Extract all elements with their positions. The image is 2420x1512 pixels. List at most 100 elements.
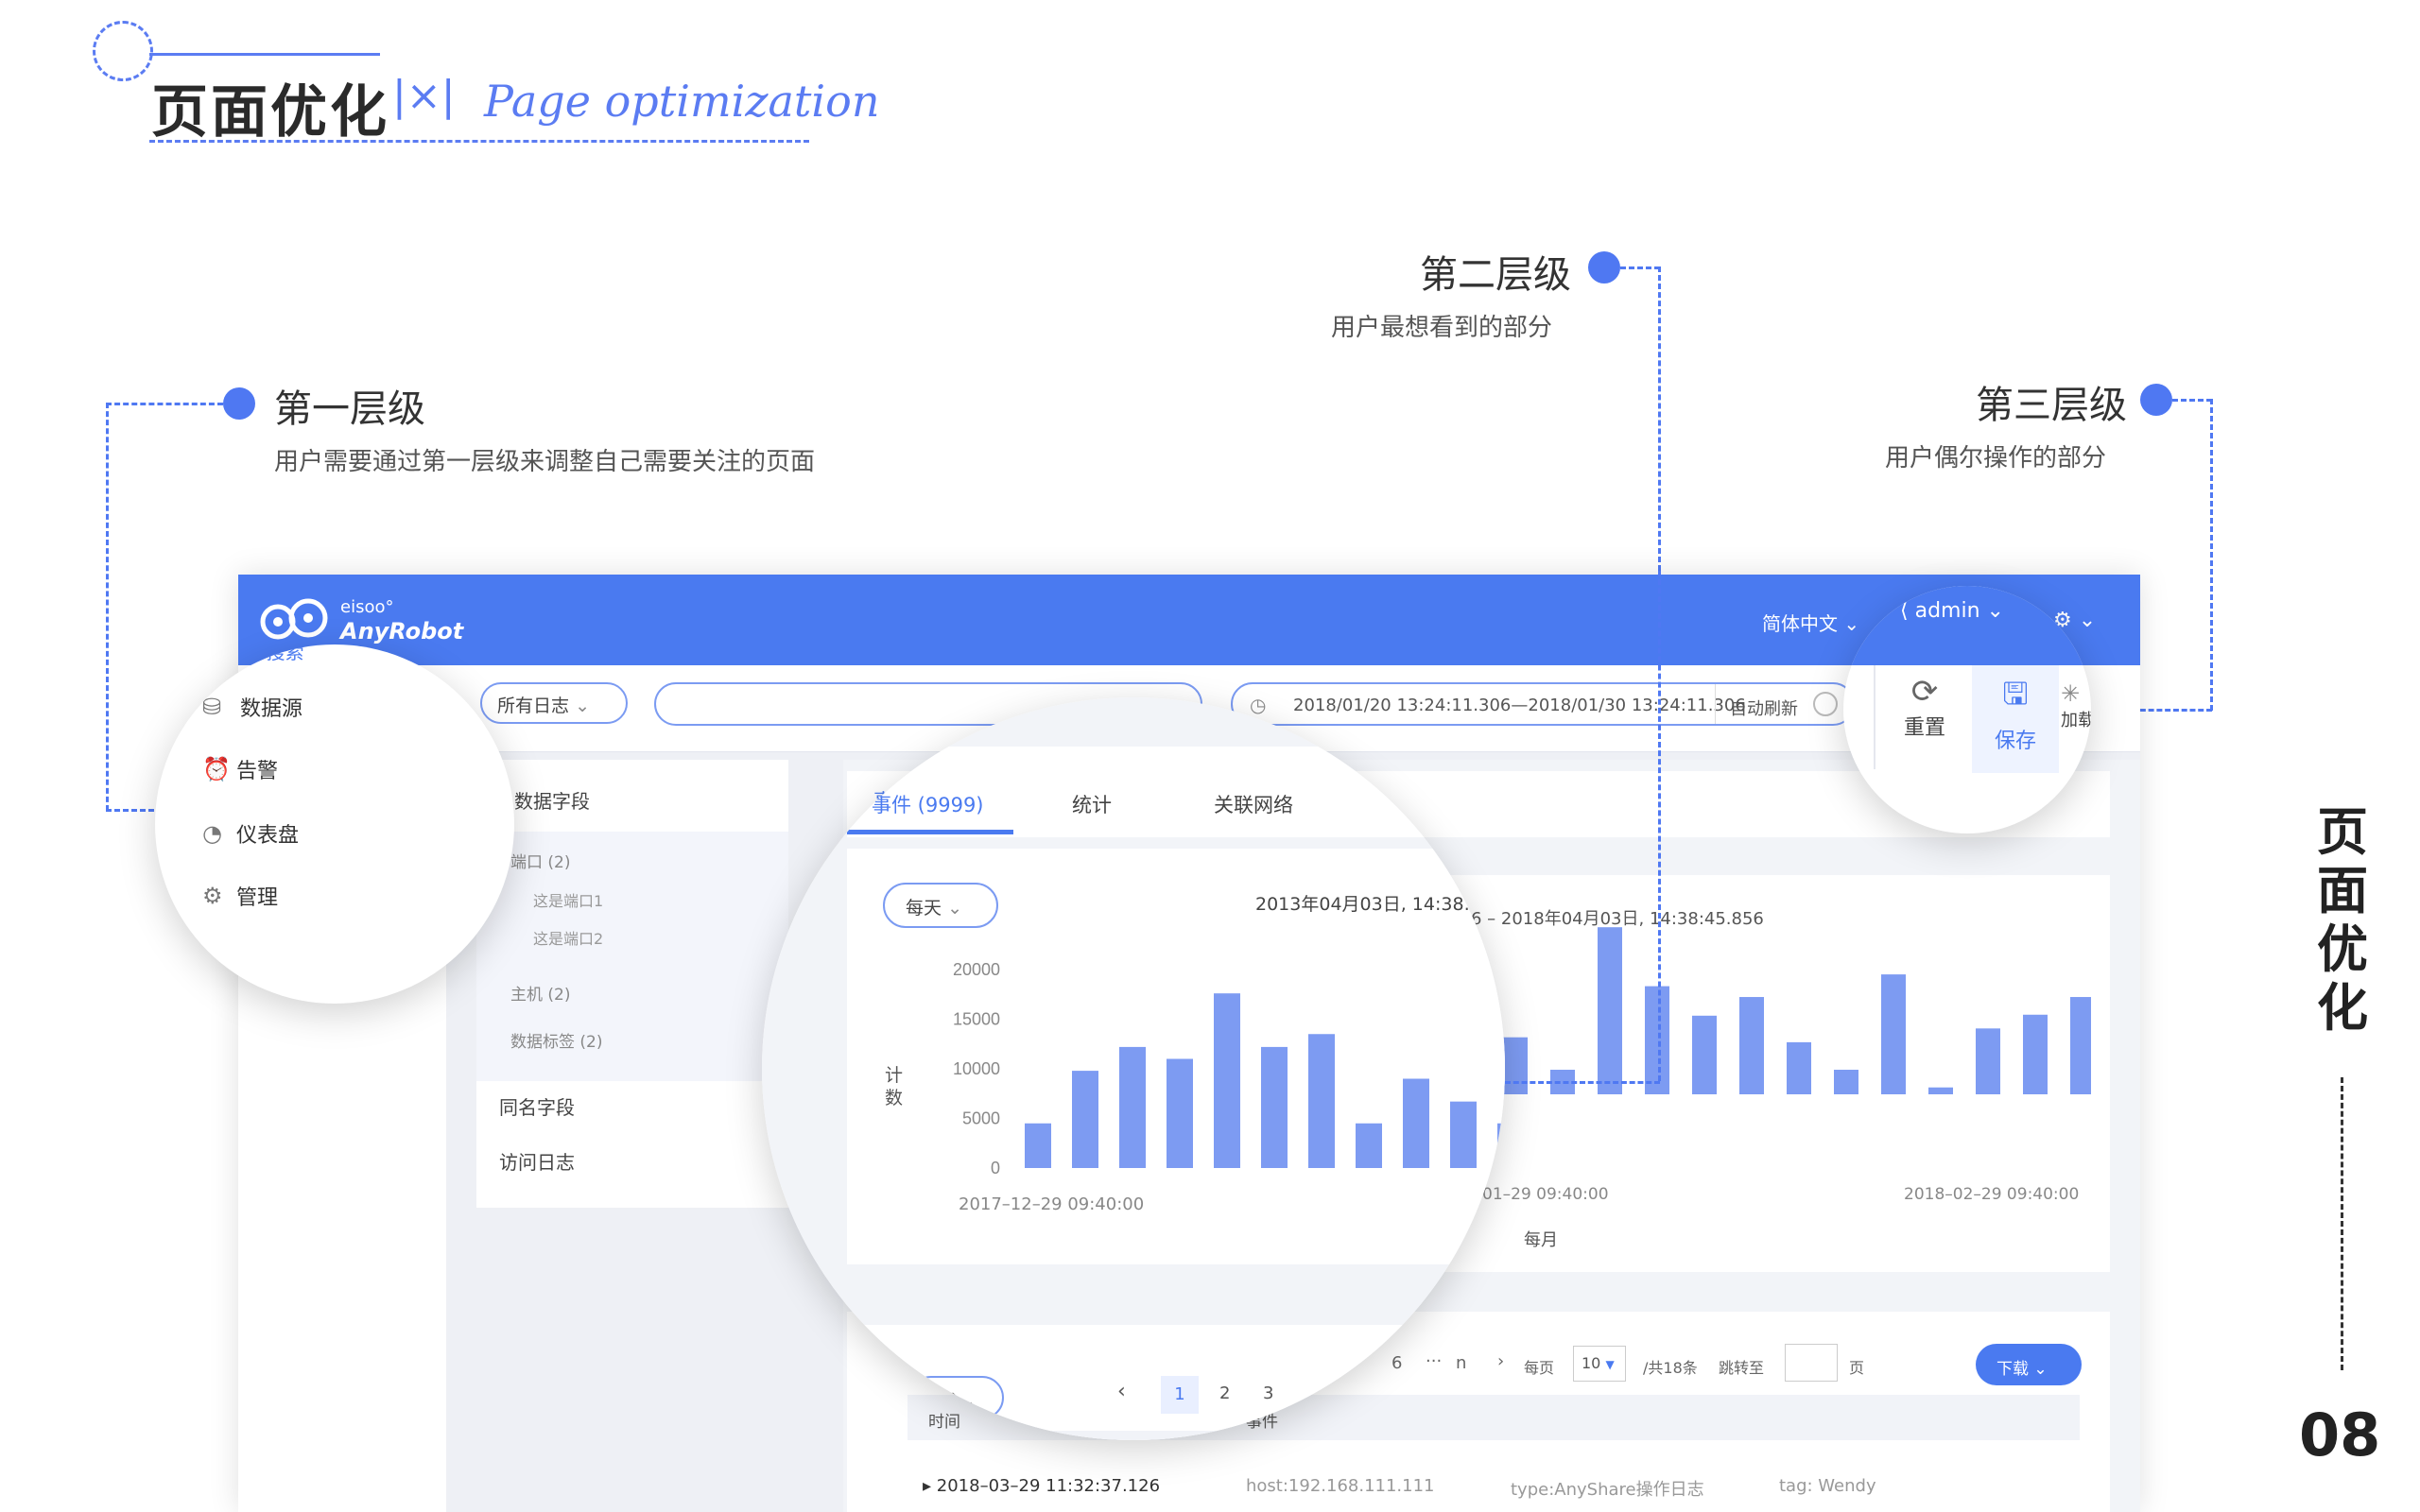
page-3[interactable]: 3 xyxy=(1263,1383,1273,1403)
access-log[interactable]: 访问日志 xyxy=(499,1147,575,1175)
interval-select[interactable]: 每天 ⌄ xyxy=(883,883,998,928)
sidebar-item-alarm[interactable]: ⏰ 告警 xyxy=(202,754,278,784)
chart-bar[interactable] xyxy=(1928,1087,1953,1094)
reset-button[interactable]: ⟳ 重置 xyxy=(1881,673,1968,777)
chart-bar[interactable] xyxy=(2023,1014,2048,1094)
bar-chart-right xyxy=(1503,927,2091,1094)
level2-title: 第二层级 xyxy=(1420,253,1571,297)
header-accent-line xyxy=(149,53,380,56)
tab-statistics-magnified[interactable]: 统计 xyxy=(1072,790,1112,818)
format-select[interactable]: 格式 ⌄ xyxy=(909,1376,1004,1419)
expand-row-icon[interactable]: ▸ xyxy=(923,1476,931,1496)
chart-bar[interactable] xyxy=(1881,974,1906,1094)
divider xyxy=(1874,665,1876,769)
bar-chart-left: 0 5000 10000 15000 20000 xyxy=(953,960,1505,1177)
table-row-time[interactable]: ▸ 2018–03–29 11:32:37.126 xyxy=(923,1476,1160,1496)
auto-refresh-label[interactable]: 自动刷新 xyxy=(1730,696,1798,720)
chart-bar[interactable] xyxy=(1739,997,1764,1094)
per-page-value: 10 xyxy=(1582,1354,1601,1372)
total-count: /共18条 xyxy=(1643,1359,1698,1377)
page-1[interactable]: 1 xyxy=(1161,1376,1199,1414)
chevron-down-icon: ⌄ xyxy=(1986,599,2004,623)
y-tick-label: 5000 xyxy=(962,1109,1000,1128)
logo-icon xyxy=(260,598,328,640)
per-page-select[interactable]: 10 ▼ xyxy=(1573,1346,1626,1382)
sidebar-magnifier: ⌕ 搜索 ⛁ 数据源 ⏰ 告警 ◔ 仪表盘 ⚙ 管理 xyxy=(155,644,514,1004)
field-port-2[interactable]: 这是端口2 xyxy=(533,926,603,949)
sidebar-item-dashboard[interactable]: ◔ 仪表盘 xyxy=(202,818,300,849)
chart-bar[interactable] xyxy=(2070,997,2091,1094)
log-type-select[interactable]: 所有日志 ⌄ xyxy=(480,682,628,724)
chart-bar[interactable] xyxy=(1450,1101,1477,1168)
side-title-char: 化 xyxy=(2317,978,2368,1038)
chart-bar[interactable] xyxy=(1976,1028,2000,1094)
level2-connector xyxy=(1505,1081,1660,1084)
chart-bar[interactable] xyxy=(1692,1015,1717,1094)
refresh-icon: ⟳ xyxy=(1910,673,1939,711)
chart-bar[interactable] xyxy=(1167,1058,1193,1169)
chart-bar[interactable] xyxy=(1645,986,1669,1094)
chart-bar[interactable] xyxy=(1787,1041,1811,1094)
download-button[interactable]: 下载 ⌄ xyxy=(1976,1344,2082,1385)
level3-connector xyxy=(2210,399,2213,711)
chart-bar[interactable] xyxy=(1261,1046,1288,1168)
field-group-port[interactable]: 端口 (2) xyxy=(510,849,570,872)
level3-title: 第三层级 xyxy=(1976,384,2127,427)
caret-down-icon: ▼ xyxy=(1605,1358,1615,1371)
table-row-host: host:192.168.111.111 xyxy=(1246,1476,1435,1496)
chart-magnifier: 事件 (9999) 统计 关联网络 每天 ⌄ 2013年04月03日, 14:3… xyxy=(762,697,1505,1440)
chart-bar[interactable] xyxy=(1503,1037,1528,1094)
field-group-host[interactable]: 主机 (2) xyxy=(510,981,570,1005)
sidebar-item-label: 管理 xyxy=(236,886,279,910)
chart-bar[interactable] xyxy=(1025,1123,1051,1168)
chart-bar[interactable] xyxy=(1497,1123,1505,1168)
chart-bar[interactable] xyxy=(1356,1123,1382,1168)
level1-dot xyxy=(223,387,255,420)
floppy-save-icon: 🖫 xyxy=(2002,676,2029,712)
table-row-tag: tag: Wendy xyxy=(1779,1476,1876,1496)
chart-bar[interactable] xyxy=(1403,1078,1429,1169)
level3-connector xyxy=(2172,399,2212,402)
page-title: 页面优化 xyxy=(151,79,389,146)
logo-brand: eisoo° xyxy=(340,597,394,617)
chevron-down-icon: ⌄ xyxy=(961,1392,976,1411)
same-name-fields[interactable]: 同名字段 xyxy=(499,1092,575,1120)
tab-network-magnified[interactable]: 关联网络 xyxy=(1214,790,1293,818)
manage-icon: ⚙ xyxy=(202,883,223,909)
alarm-icon: ⏰ xyxy=(202,756,231,782)
sidebar-item-search[interactable]: ⌕ 搜索 xyxy=(250,644,304,664)
sidebar-item-label: 数据源 xyxy=(240,697,303,721)
level2-connector xyxy=(1658,266,1661,571)
database-icon: ⛁ xyxy=(202,694,222,720)
sidebar-item-datasource[interactable]: ⛁ 数据源 xyxy=(202,692,303,722)
admin-magnified[interactable]: ⟨ admin ⌄ xyxy=(1900,599,2004,623)
sidebar-item-manage[interactable]: ⚙ 管理 xyxy=(202,881,279,911)
field-group-tag[interactable]: 数据标签 (2) xyxy=(510,1028,602,1052)
chart-bar[interactable] xyxy=(1214,993,1240,1168)
loading-icon: ✳ xyxy=(2061,680,2081,707)
tab-events-magnified[interactable]: 事件 (9999) xyxy=(872,790,984,818)
y-tick-label: 15000 xyxy=(953,1010,1000,1029)
page-2[interactable]: 2 xyxy=(1219,1383,1230,1403)
log-type-label: 所有日志 xyxy=(497,696,570,716)
side-vertical-title: 页 面 优 化 xyxy=(2305,803,2380,1038)
save-button[interactable]: 🖫 保存 xyxy=(1972,665,2059,773)
data-field-header[interactable]: 数据字段 xyxy=(514,786,590,814)
chevron-down-icon: ⌄ xyxy=(947,898,962,919)
y-tick-label: 0 xyxy=(991,1159,1000,1177)
load-button[interactable]: ✳ 加载 xyxy=(2061,680,2091,784)
chevron-down-icon: ⌄ xyxy=(2033,1360,2048,1379)
chart-bar[interactable] xyxy=(1598,927,1622,1094)
field-port-1[interactable]: 这是端口1 xyxy=(533,888,603,911)
gauge-icon: ◔ xyxy=(202,820,222,847)
level2-connector xyxy=(1620,266,1660,269)
chart-bar[interactable] xyxy=(1308,1034,1335,1168)
chevron-down-icon: ⌄ xyxy=(575,696,590,716)
jump-page-input[interactable] xyxy=(1785,1344,1838,1382)
prev-page-icon[interactable]: ‹ xyxy=(1117,1380,1126,1403)
chart-bar[interactable] xyxy=(1119,1046,1146,1168)
sidebar-item-label: 仪表盘 xyxy=(236,824,300,848)
page-unit: 页 xyxy=(1849,1359,1865,1377)
chart-bar[interactable] xyxy=(1072,1071,1098,1168)
chart-bar[interactable] xyxy=(1834,1070,1858,1094)
